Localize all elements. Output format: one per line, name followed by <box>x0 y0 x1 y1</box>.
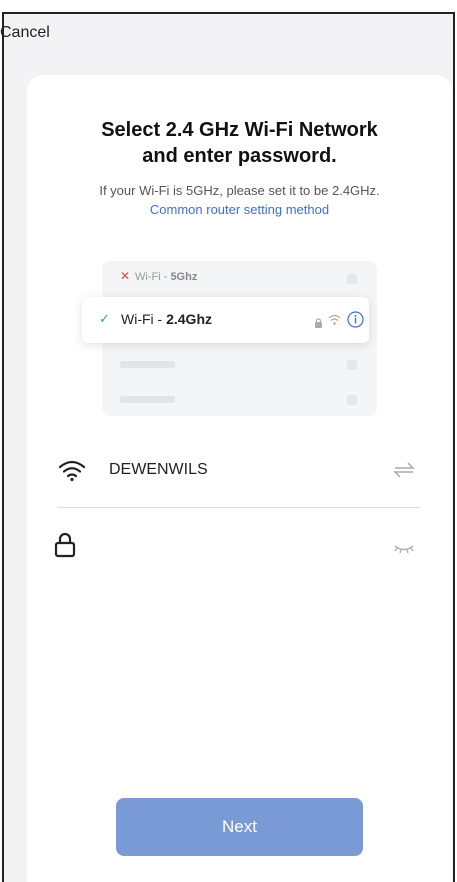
placeholder-square <box>347 274 357 284</box>
placeholder-bar <box>120 361 175 368</box>
eye-closed-icon[interactable] <box>393 541 415 559</box>
cancel-button[interactable]: Cancel <box>0 24 50 42</box>
page-title: Select 2.4 GHz Wi-Fi Network and enter p… <box>27 117 452 169</box>
small-wifi-icon <box>328 313 341 331</box>
setup-card: Select 2.4 GHz Wi-Fi Network and enter p… <box>27 75 452 882</box>
password-input[interactable] <box>99 532 373 562</box>
cross-icon: ✕ <box>120 269 131 283</box>
placeholder-square <box>347 395 357 405</box>
switch-network-icon[interactable] <box>393 462 415 483</box>
lock-icon <box>54 532 76 563</box>
small-lock-icon <box>314 315 323 333</box>
placeholder-square <box>347 360 357 370</box>
illustration-row-5ghz: ✕ Wi-Fi - 5Ghz <box>102 261 377 295</box>
illustration-row-24ghz: ✓ Wi-Fi - 2.4Ghz <box>82 297 369 343</box>
next-button[interactable]: Next <box>116 798 363 856</box>
title-line-1: Select 2.4 GHz Wi-Fi Network <box>101 119 378 141</box>
illustration-5ghz-label: Wi-Fi - 5Ghz <box>135 271 198 283</box>
info-icon <box>347 311 364 333</box>
network-selector[interactable]: DEWENWILS <box>27 447 452 507</box>
illustration-24ghz-label: Wi-Fi - 2.4Ghz <box>121 311 212 327</box>
divider <box>58 507 420 508</box>
band-hint: If your Wi-Fi is 5GHz, please set it to … <box>99 183 380 198</box>
title-line-2: and enter password. <box>142 145 337 167</box>
ssid-label: DEWENWILS <box>109 461 208 478</box>
wifi-icon <box>58 458 86 487</box>
password-row <box>27 528 452 568</box>
check-icon: ✓ <box>99 311 110 326</box>
router-setting-link[interactable]: Common router setting method <box>27 201 452 219</box>
placeholder-bar <box>120 396 175 403</box>
